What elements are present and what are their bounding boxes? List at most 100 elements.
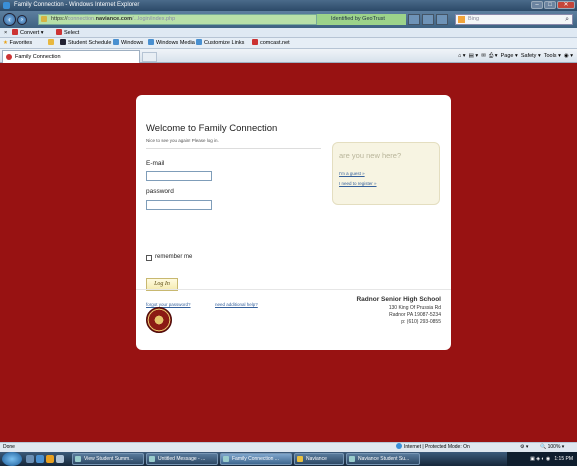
url-scheme: https://: [51, 16, 68, 22]
taskbar: View Student Summ... Untitled Message - …: [0, 452, 577, 466]
show-desktop-icon[interactable]: [26, 455, 34, 463]
favorites-button[interactable]: ★ Favorites: [3, 38, 32, 49]
address-bar-row: ‹ › https://connection.naviance.com/...l…: [0, 11, 577, 28]
email-field[interactable]: [146, 171, 212, 181]
window-title: Family Connection - Windows Internet Exp…: [14, 2, 140, 8]
forward-button[interactable]: ›: [17, 15, 27, 25]
print-icon[interactable]: ⎙ ▾: [489, 53, 498, 59]
remember-me-checkbox[interactable]: [146, 255, 152, 261]
lock-icon: [41, 16, 47, 22]
favorite-link-student-schedule[interactable]: Student Schedule: [60, 38, 111, 49]
search-input[interactable]: Bing ⌕: [455, 14, 573, 25]
convert-button[interactable]: Convert ▾: [12, 28, 44, 38]
new-user-heading: are you new here?: [339, 151, 402, 160]
security-zone[interactable]: Internet | Protected Mode: On: [396, 443, 470, 452]
favorite-link-customize-links[interactable]: Customize Links: [196, 38, 244, 49]
school-crest-logo: [146, 307, 172, 333]
mail-icon: [149, 456, 155, 462]
maximize-button[interactable]: □: [544, 1, 556, 9]
page-subtitle: Nice to see you again! Please log in.: [146, 138, 219, 143]
ie-icon: [75, 456, 81, 462]
favorites-bar: ★ Favorites Student Schedule Windows Win…: [0, 38, 577, 49]
ie-icon: [223, 456, 229, 462]
favorite-link-windows-media[interactable]: Windows Media: [148, 38, 195, 49]
favorite-link-comcast[interactable]: comcast.net: [252, 38, 290, 49]
favorite-link-windows[interactable]: Windows: [113, 38, 143, 49]
folder-icon: [297, 456, 303, 462]
home-icon[interactable]: ⌂ ▾: [458, 53, 466, 59]
taskbar-item-naviance-student[interactable]: Naviance Student Su...: [346, 453, 420, 465]
remember-me-label: remember me: [155, 254, 193, 260]
new-user-panel: are you new here? I'm a guest » I need t…: [332, 142, 440, 205]
help-link[interactable]: need additional help?: [215, 302, 258, 307]
new-tab-button[interactable]: [142, 52, 157, 62]
pdf-icon: [12, 29, 18, 35]
start-button[interactable]: [2, 452, 22, 466]
mail-icon[interactable]: ✉: [481, 53, 486, 59]
comcast-icon: [252, 39, 258, 45]
close-toolbar-button[interactable]: ×: [4, 28, 7, 38]
login-card: Welcome to Family Connection Nice to see…: [136, 95, 451, 350]
identity-label: Identified by GeoTrust: [331, 16, 385, 22]
search-icon[interactable]: ⌕: [565, 15, 569, 24]
close-window-button[interactable]: ✕: [557, 1, 575, 9]
search-placeholder: Bing: [468, 16, 480, 22]
page-icon: [60, 39, 66, 45]
taskbar-item-untitled-message[interactable]: Untitled Message - ...: [146, 453, 218, 465]
school-phone: p: (610) 293-0855: [401, 319, 441, 325]
ie-icon: [148, 39, 154, 45]
taskbar-item-naviance[interactable]: Naviance: [294, 453, 344, 465]
email-label: E-mail: [146, 160, 165, 167]
guest-link[interactable]: I'm a guest »: [339, 171, 365, 176]
password-field[interactable]: [146, 200, 212, 210]
select-button[interactable]: Select: [56, 28, 79, 38]
page-title: Welcome to Family Connection: [146, 123, 278, 134]
url-host-blurred: connection.: [67, 16, 96, 22]
security-identity-button[interactable]: Identified by GeoTrust: [316, 14, 406, 25]
school-address-line2: Radnor PA 19087-5234: [389, 312, 441, 318]
tab-family-connection[interactable]: Family Connection: [2, 50, 140, 63]
site-favicon: [6, 54, 12, 60]
clock[interactable]: 1:15 PM: [554, 456, 573, 462]
add-favorite-icon[interactable]: [48, 38, 56, 49]
feeds-icon[interactable]: ▤ ▾: [469, 53, 479, 59]
window-controls: – □ ✕: [531, 1, 575, 9]
help-icon[interactable]: ◉ ▾: [564, 53, 573, 59]
protected-mode-icon[interactable]: ⚙ ▾: [520, 443, 528, 452]
bing-icon: [458, 16, 465, 23]
compatibility-button[interactable]: [422, 14, 434, 25]
safety-menu[interactable]: Safety ▾: [521, 53, 541, 59]
system-tray: ▣ ◈ ◐ ◉ 1:15 PM: [507, 452, 577, 466]
page-menu[interactable]: Page ▾: [501, 53, 518, 59]
tools-menu[interactable]: Tools ▾: [544, 53, 561, 59]
school-name: Radnor Senior High School: [356, 296, 441, 303]
stop-button[interactable]: [436, 14, 448, 25]
window-title-bar: Family Connection - Windows Internet Exp…: [0, 0, 577, 11]
quicklaunch-more-icon[interactable]: [56, 455, 64, 463]
command-bar: ⌂ ▾ ▤ ▾ ✉ ⎙ ▾ Page ▾ Safety ▾ Tools ▾ ◉ …: [458, 49, 573, 63]
ie-icon: [349, 456, 355, 462]
school-address-line1: 130 King Of Prussia Rd: [388, 305, 441, 311]
register-link[interactable]: I need to register »: [339, 181, 377, 186]
footer-divider: [136, 289, 451, 290]
minimize-button[interactable]: –: [531, 1, 543, 9]
ie-icon: [196, 39, 202, 45]
internet-explorer-icon: [3, 2, 10, 9]
ie-quicklaunch-icon[interactable]: [36, 455, 44, 463]
zoom-control[interactable]: 🔍 100% ▾: [540, 443, 564, 452]
taskbar-item-view-student-summary[interactable]: View Student Summ...: [72, 453, 144, 465]
tab-bar: Family Connection ⌂ ▾ ▤ ▾ ✉ ⎙ ▾ Page ▾ S…: [0, 49, 577, 63]
taskbar-item-family-connection[interactable]: Family Connection ...: [220, 453, 292, 465]
explorer-quicklaunch-icon[interactable]: [46, 455, 54, 463]
ie-icon: [113, 39, 119, 45]
forgot-password-link[interactable]: forgot your password?: [146, 302, 191, 307]
globe-icon: [396, 443, 402, 449]
back-button[interactable]: ‹: [3, 13, 16, 26]
status-text: Done: [3, 444, 15, 450]
url-host: naviance.com: [95, 16, 133, 22]
status-bar: Done Internet | Protected Mode: On ⚙ ▾ 🔍…: [0, 442, 577, 452]
refresh-button[interactable]: [408, 14, 420, 25]
page-viewport: Welcome to Family Connection Nice to see…: [0, 63, 577, 442]
password-label: password: [146, 188, 174, 195]
tray-icons[interactable]: ▣ ◈ ◐ ◉: [530, 456, 553, 462]
